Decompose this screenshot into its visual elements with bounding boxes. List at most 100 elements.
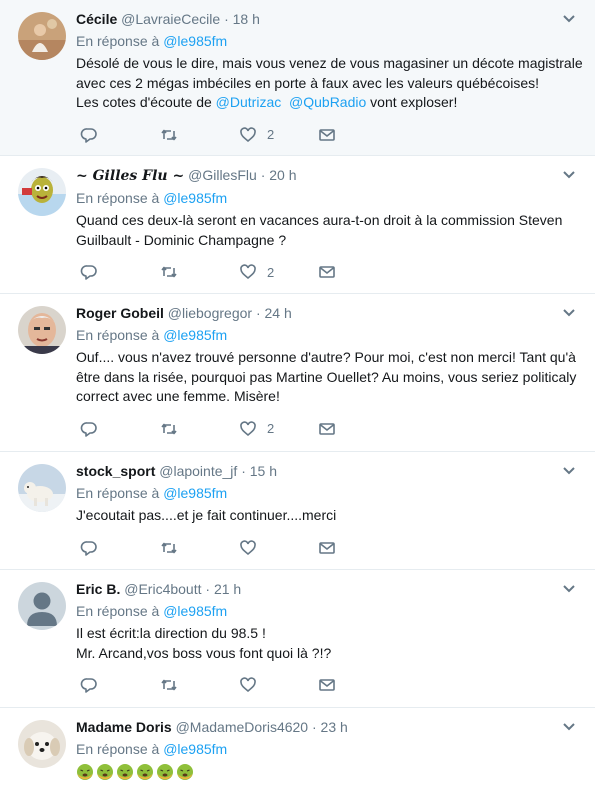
timestamp[interactable]: 21 h: [214, 581, 241, 597]
chevron-down-icon[interactable]: [561, 718, 577, 734]
like-button[interactable]: [239, 538, 267, 558]
user-name[interactable]: ~ Gilles Flu ~: [76, 168, 184, 184]
message-button[interactable]: [318, 262, 336, 282]
chevron-down-icon[interactable]: [561, 304, 577, 320]
reply-context: En réponse à @le985fm: [76, 189, 583, 207]
reply-mention-link[interactable]: @le985fm: [163, 33, 227, 49]
reply-prefix: En réponse à: [76, 190, 160, 206]
like-button[interactable]: 2: [239, 262, 274, 282]
retweet-icon: [161, 423, 177, 434]
tweet[interactable]: Roger Gobeil @liebogregor · 24 h En répo…: [0, 294, 595, 452]
tweet-line: Guilbault - Dominic Champagne ?: [76, 231, 287, 248]
reply-mention-link[interactable]: @le985fm: [163, 485, 227, 501]
reply-mention-link[interactable]: @le985fm: [163, 190, 227, 206]
user-name[interactable]: Madame Doris: [76, 719, 172, 735]
avatar[interactable]: [18, 306, 66, 354]
timestamp[interactable]: 15 h: [250, 463, 277, 479]
avatar[interactable]: [18, 720, 66, 768]
separator: ·: [255, 305, 261, 321]
reply-icon: [80, 127, 97, 143]
user-handle[interactable]: @LavraieCecile: [121, 11, 220, 27]
reply-button[interactable]: [80, 125, 98, 145]
chevron-down-icon[interactable]: [561, 580, 577, 596]
tweet[interactable]: ~ Gilles Flu ~ @GillesFlu · 20 h En répo…: [0, 156, 595, 294]
message-icon: [319, 679, 335, 691]
nauseated-face-emoji: [116, 763, 134, 781]
like-icon: [240, 539, 256, 555]
user-handle[interactable]: @MadameDoris4620: [176, 719, 309, 735]
reply-button[interactable]: [80, 419, 98, 439]
mention-link[interactable]: @QubRadio: [289, 94, 366, 110]
retweet-icon: [161, 266, 177, 278]
timestamp[interactable]: 24 h: [265, 305, 292, 321]
retweet-button[interactable]: [160, 419, 178, 439]
user-handle[interactable]: @Eric4boutt: [124, 581, 201, 597]
tweet-line: Ouf.... vous n'avez trouvé personne d'au…: [76, 349, 576, 365]
tweet-text: Ouf.... vous n'avez trouvé personne d'au…: [76, 348, 583, 407]
tweet-text: Il est écrit:la direction du 98.5 ! Mr. …: [76, 624, 583, 663]
message-button[interactable]: [318, 419, 336, 439]
reply-mention-link[interactable]: @le985fm: [163, 603, 227, 619]
like-button[interactable]: [239, 675, 267, 695]
message-button[interactable]: [318, 538, 336, 558]
separator: ·: [205, 581, 211, 597]
retweet-button[interactable]: [160, 675, 178, 695]
reply-prefix: En réponse à: [76, 485, 160, 501]
user-handle[interactable]: @GillesFlu: [188, 167, 257, 183]
mention-link[interactable]: @Dutrizac: [216, 94, 282, 110]
nauseated-face-emoji: [176, 763, 194, 781]
tweet[interactable]: Madame Doris @MadameDoris4620 · 23 h En …: [0, 708, 595, 790]
user-name[interactable]: Cécile: [76, 11, 117, 27]
user-name[interactable]: Roger Gobeil: [76, 305, 164, 321]
tweet[interactable]: stock_sport @lapointe_jf · 15 h En répon…: [0, 452, 595, 570]
tweet-text: [76, 762, 583, 782]
tweet-actions: [76, 534, 583, 564]
retweet-button[interactable]: [160, 125, 178, 145]
reply-mention-link[interactable]: @le985fm: [163, 327, 227, 343]
reply-icon: [80, 540, 97, 556]
reply-button[interactable]: [80, 675, 98, 695]
retweet-icon: [161, 129, 177, 140]
reply-mention-link[interactable]: @le985fm: [163, 741, 227, 757]
like-icon: [240, 264, 256, 280]
avatar[interactable]: [18, 168, 66, 216]
tweet-text: Quand ces deux-là seront en vacances aur…: [76, 211, 583, 250]
avatar[interactable]: [18, 582, 66, 630]
chevron-down-icon[interactable]: [561, 166, 577, 182]
retweet-icon: [161, 679, 177, 691]
user-name[interactable]: Eric B.: [76, 581, 120, 597]
retweet-button[interactable]: [160, 262, 178, 282]
timestamp[interactable]: 20 h: [269, 167, 296, 183]
tweet[interactable]: Eric B. @Eric4boutt · 21 h En réponse à …: [0, 570, 595, 708]
timestamp[interactable]: 18 h: [233, 11, 260, 27]
tweet-line: correct avec une femme. Misère!: [76, 388, 280, 404]
message-icon: [319, 128, 335, 141]
like-button[interactable]: 2: [239, 125, 274, 145]
reply-context: En réponse à @le985fm: [76, 602, 583, 620]
reply-context: En réponse à @le985fm: [76, 32, 583, 50]
chevron-down-icon[interactable]: [561, 462, 577, 478]
tweet-actions: 2: [76, 121, 583, 151]
tweet-line: Mr. Arcand,vos boss vous font quoi là ?!…: [76, 644, 332, 661]
tweet-actions: 2: [76, 258, 583, 288]
separator: ·: [311, 719, 317, 735]
avatar[interactable]: [18, 464, 66, 512]
reply-context: En réponse à @le985fm: [76, 740, 583, 758]
tweet[interactable]: Cécile @LavraieCecile · 18 h En réponse …: [0, 0, 595, 156]
chevron-down-icon[interactable]: [561, 10, 577, 26]
retweet-button[interactable]: [160, 538, 178, 558]
tweet-text: J'ecoutait pas....et je fait continuer..…: [76, 506, 583, 526]
reply-context: En réponse à @le985fm: [76, 326, 583, 344]
message-button[interactable]: [318, 125, 336, 145]
like-button[interactable]: 2: [239, 419, 274, 439]
reply-button[interactable]: [80, 262, 98, 282]
avatar[interactable]: [18, 12, 66, 60]
nauseated-face-emoji: [76, 763, 94, 781]
user-handle[interactable]: @lapointe_jf: [159, 463, 237, 479]
message-button[interactable]: [318, 675, 336, 695]
reply-icon: [80, 265, 97, 280]
reply-button[interactable]: [80, 538, 98, 558]
user-name[interactable]: stock_sport: [76, 463, 155, 479]
user-handle[interactable]: @liebogregor: [168, 305, 252, 321]
timestamp[interactable]: 23 h: [321, 719, 348, 735]
